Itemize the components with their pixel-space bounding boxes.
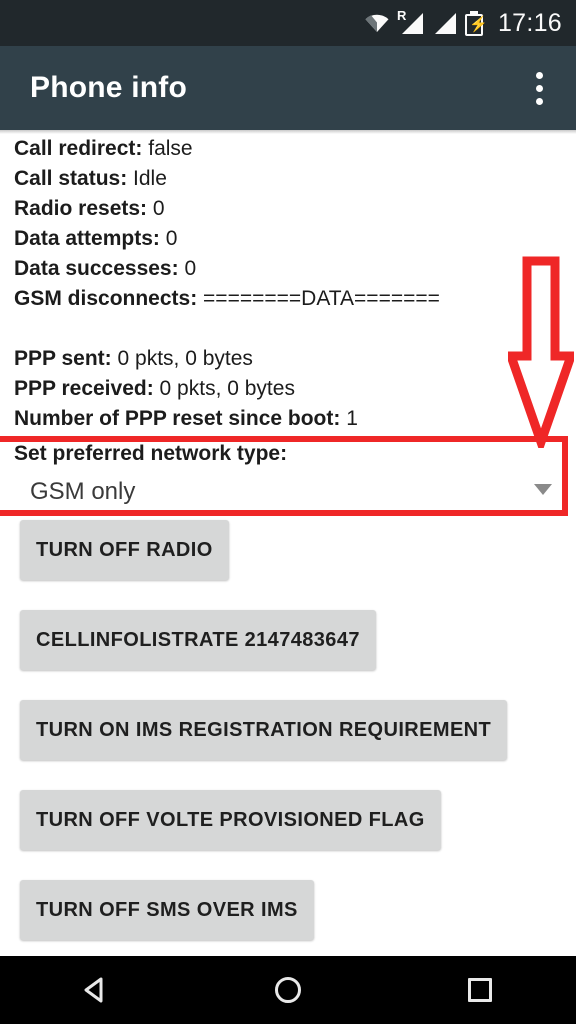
status-bar: R ⚡ 17:16 — [0, 0, 576, 46]
info-line-value: 0 pkts, 0 bytes — [159, 377, 295, 400]
preferred-network-type-section: Set preferred network type: GSM only — [0, 436, 576, 518]
overflow-dot — [535, 71, 543, 79]
cellinfolistrate-button[interactable]: CELLINFOLISTRATE 2147483647 — [20, 610, 376, 670]
info-line: Call redirect: false — [0, 134, 576, 164]
status-icons: R ⚡ 17:16 — [364, 9, 562, 38]
page-title: Phone info — [30, 71, 187, 104]
info-line: PPP received: 0 pkts, 0 bytes — [0, 374, 576, 404]
turn-on-ims-registration-requirement-button[interactable]: TURN ON IMS REGISTRATION REQUIREMENT — [20, 700, 508, 760]
info-line-value: 0 pkts, 0 bytes — [117, 347, 253, 370]
action-bar: Phone info — [0, 46, 576, 130]
info-line: Data successes: 0 — [0, 254, 576, 284]
info-line-key: Call status: — [14, 167, 128, 190]
info-line-key: Number of PPP reset since boot: — [14, 407, 341, 430]
turn-off-volte-provisioned-flag-button[interactable]: TURN OFF VOLTE PROVISIONED FLAG — [20, 790, 441, 850]
overflow-dot — [535, 97, 543, 105]
roaming-indicator-label: R — [396, 8, 407, 23]
navigation-bar — [0, 956, 576, 1024]
info-line-key: GSM disconnects: — [14, 287, 198, 310]
turn-off-sms-over-ims-button[interactable]: TURN OFF SMS OVER IMS — [20, 880, 314, 940]
back-triangle-icon — [84, 977, 103, 1003]
button-row: TURN OFF VOLTE PROVISIONED FLAG — [0, 790, 576, 880]
info-line-value: 0 — [152, 197, 165, 220]
button-row: TURN ON IMS REGISTRATION REQUIREMENT — [0, 700, 576, 790]
action-button-list: TURN OFF RADIO CELLINFOLISTRATE 214748364… — [0, 520, 576, 956]
info-line-key: Data attempts: — [14, 227, 160, 250]
nav-back-button[interactable] — [51, 956, 141, 1024]
signal-roaming-icon: R — [396, 8, 423, 34]
chevron-down-icon — [534, 484, 552, 495]
overflow-menu-icon[interactable] — [524, 65, 554, 111]
recents-square-icon — [468, 978, 492, 1002]
nav-home-button[interactable] — [243, 956, 333, 1024]
info-line: PPP sent: 0 pkts, 0 bytes — [0, 344, 576, 374]
phone-info-content: Call redirect: false Call status: Idle Rad… — [0, 134, 576, 956]
turn-off-radio-button[interactable]: TURN OFF RADIO — [20, 520, 229, 580]
signal-icon — [432, 12, 456, 34]
info-line: Call status: Idle — [0, 164, 576, 194]
preferred-network-type-spinner[interactable]: GSM only — [0, 468, 576, 516]
info-line-value: false — [148, 137, 193, 160]
phone-info-list: Call redirect: false Call status: Idle Rad… — [0, 134, 576, 434]
info-line-value: 0 — [184, 257, 197, 280]
info-line: Radio resets: 0 — [0, 194, 576, 224]
overflow-dot — [535, 84, 543, 92]
info-line-key: PPP sent: — [14, 347, 112, 370]
info-line: GSM disconnects: ========DATA======= — [0, 284, 576, 314]
home-circle-icon — [275, 977, 301, 1003]
info-line-value: ========DATA======= — [203, 287, 440, 310]
button-row: CELLINFOLISTRATE 2147483647 — [0, 610, 576, 700]
info-line-key: PPP received: — [14, 377, 154, 400]
button-row: TURN OFF SMS OVER IMS — [0, 880, 576, 956]
info-line-key: Data successes: — [14, 257, 179, 280]
preferred-network-type-label: Set preferred network type: — [14, 442, 288, 465]
info-line-value: 0 — [165, 227, 178, 250]
info-line: Data attempts: 0 — [0, 224, 576, 254]
info-line-key: Call redirect: — [14, 137, 143, 160]
info-line-value: 1 — [346, 407, 358, 430]
info-line-key: Radio resets: — [14, 197, 148, 220]
status-bar-clock: 17:16 — [497, 8, 562, 37]
wifi-icon — [364, 13, 390, 33]
button-row: TURN OFF RADIO — [0, 520, 576, 610]
info-line: Number of PPP reset since boot: 1 — [0, 404, 576, 434]
info-line-value: Idle — [133, 167, 167, 190]
battery-charging-icon: ⚡ — [464, 10, 488, 36]
preferred-network-type-value: GSM only — [30, 478, 136, 505]
nav-recents-button[interactable] — [435, 956, 525, 1024]
